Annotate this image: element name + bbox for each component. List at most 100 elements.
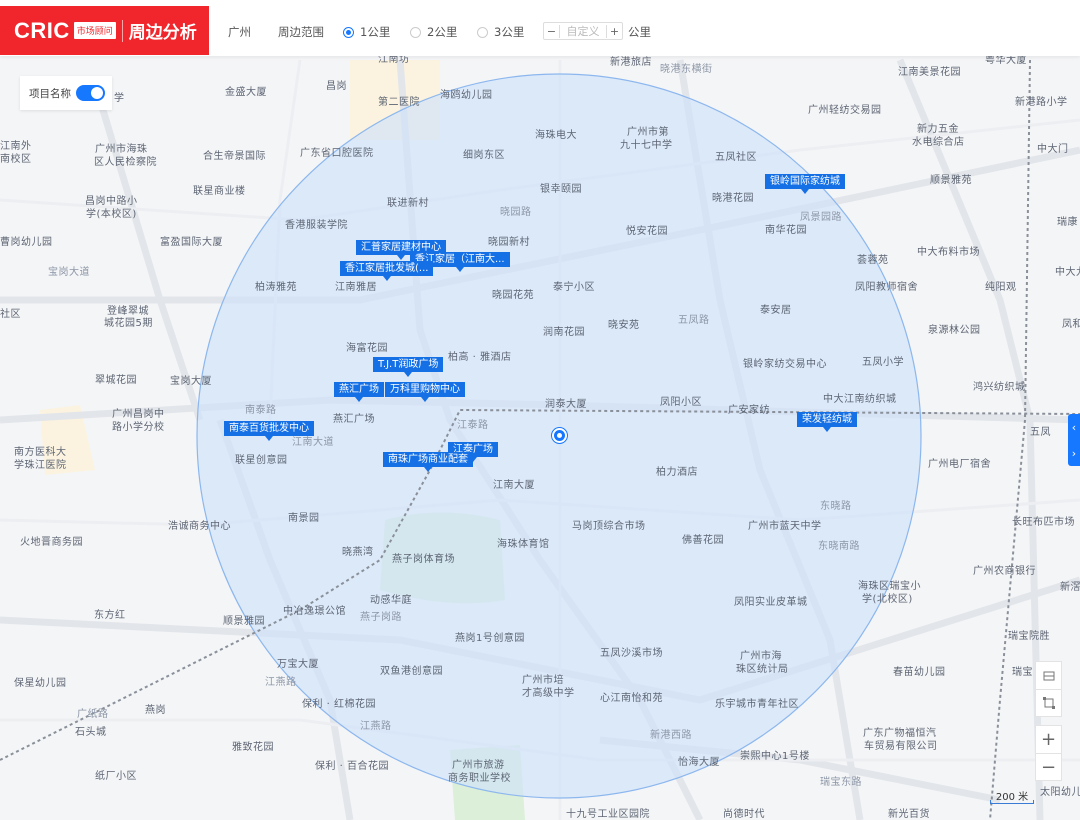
product-name: 周边分析	[128, 23, 197, 43]
map-place-label: 江泰路	[457, 420, 489, 431]
map-place-label: 新港旅店	[610, 57, 652, 68]
map-place-label: 晓港花园	[712, 193, 754, 204]
map-place-label: 新力五金	[917, 124, 959, 135]
project-marker[interactable]: 香江家居批发城(...	[340, 261, 434, 276]
map-place-label: 晓园花苑	[492, 290, 534, 301]
map-place-label: 燕汇广场	[333, 414, 375, 425]
map-place-label: 城花园5期	[104, 318, 153, 329]
map-place-label: 银幸颐园	[540, 184, 582, 195]
project-marker[interactable]: 南珠广场商业配套	[383, 452, 473, 467]
marker-pointer-icon	[456, 267, 464, 272]
map-place-label: 江南雅居	[335, 282, 377, 293]
map-place-label: 广州电厂宿舍	[928, 459, 991, 470]
map-place-label: 广州市旅游	[452, 760, 505, 771]
map-place-label: 保星幼儿园	[14, 678, 67, 689]
map-place-label: 江燕路	[265, 677, 297, 688]
zoom-in-button[interactable]: +	[1036, 726, 1061, 753]
header: CRIC 市场顾问 周边分析 广州 周边范围 1公里 2公里 3公里 − 自定义…	[0, 0, 1080, 56]
custom-range-stepper[interactable]: − 自定义 +	[543, 22, 623, 40]
map-place-label: 纸厂小区	[95, 771, 137, 782]
map-place-label: 五凤路	[678, 315, 710, 326]
map-place-label: 春苗幼儿园	[893, 667, 946, 678]
map-place-label: 新滘	[1060, 582, 1080, 593]
side-panel-toggle[interactable]: ‹ ›	[1068, 414, 1080, 466]
map-place-label: 宝岗大道	[48, 267, 90, 278]
map-place-label: 车贸易有限公司	[864, 741, 938, 752]
map-place-label: 水电综合店	[912, 137, 965, 148]
map-place-label: 区人民检察院	[94, 157, 157, 168]
map-place-label: 南泰路	[245, 405, 277, 416]
project-marker[interactable]: 万科里购物中心	[385, 382, 465, 397]
map-place-label: 广州轻纺交易园	[808, 105, 882, 116]
map-place-label: 怡海大厦	[678, 757, 720, 768]
map-place-label: 中大门	[1037, 144, 1069, 155]
project-name-switch[interactable]	[76, 85, 105, 101]
map-place-label: 翠城花园	[95, 375, 137, 386]
radio-2km[interactable]: 2公里	[410, 24, 457, 40]
marker-pointer-icon	[382, 276, 391, 281]
map-place-label: 燕岗1号创意园	[455, 633, 525, 644]
map-place-label: 南景园	[288, 513, 320, 524]
map-place-label: 马岗顶综合市场	[572, 521, 646, 532]
map-place-label: 雅致花园	[232, 742, 274, 753]
project-marker[interactable]: T.J.T润政广场	[373, 357, 444, 372]
map-place-label: 学珠江医院	[14, 460, 67, 471]
marker-pointer-icon	[355, 397, 363, 402]
project-marker[interactable]: 燕汇广场	[334, 382, 384, 397]
map-place-label: 浩诚商务中心	[168, 521, 231, 532]
chevron-right-icon[interactable]: ›	[1072, 447, 1076, 460]
map-place-label: 学(本校区)	[86, 209, 137, 220]
map-place-label: 合生帝景国际	[203, 151, 266, 162]
map-place-label: 乐宇城市青年社区	[715, 699, 799, 710]
map-place-label: 晓园新村	[488, 237, 530, 248]
map-place-label: 东晓南路	[818, 541, 860, 552]
map-place-label: 广纸路	[77, 709, 109, 720]
map-place-label: 燕子岗体育场	[392, 554, 455, 565]
marker-pointer-icon	[265, 436, 273, 441]
project-marker[interactable]: 南泰百货批发中心	[224, 421, 314, 436]
project-marker[interactable]: 荣发轻纺城	[797, 412, 857, 427]
map-place-label: 新港西路	[650, 730, 692, 741]
map-place-label: 学(北校区)	[862, 594, 913, 605]
marker-pointer-icon	[421, 397, 429, 402]
radio-3km[interactable]: 3公里	[477, 24, 524, 40]
map-place-label: 联进新村	[387, 198, 429, 209]
map-place-label: 广州昌岗中	[112, 409, 165, 420]
map-place-label: 十九号工业区园院	[566, 809, 650, 820]
map-place-label: 江南大道	[292, 437, 334, 448]
map-tools	[1035, 661, 1062, 717]
map-place-label: 鸿兴纺织城	[973, 382, 1026, 393]
map-place-label: 广东广物福恒汽	[863, 728, 937, 739]
map-place-label: 燕子岗路	[360, 612, 402, 623]
chevron-left-icon[interactable]: ‹	[1072, 421, 1076, 434]
map-place-label: 五凤社区	[715, 152, 757, 163]
map-place-label: 晓港东横街	[660, 64, 713, 75]
map-place-label: 第二医院	[378, 97, 420, 108]
map-place-label: 海珠体育馆	[497, 539, 550, 550]
city-selector[interactable]: 广州	[228, 24, 251, 40]
map-place-label: 瑞康	[1057, 217, 1078, 228]
marker-pointer-icon	[801, 189, 809, 194]
map-place-label: 江南外	[0, 141, 32, 152]
radio-1km[interactable]: 1公里	[343, 24, 390, 40]
measure-distance-icon[interactable]	[1036, 662, 1061, 689]
map-place-label: 柏涛雅苑	[255, 282, 297, 293]
custom-range-input[interactable]: 自定义	[560, 23, 606, 39]
increment-button[interactable]: +	[606, 24, 622, 38]
marker-pointer-icon	[404, 372, 412, 377]
project-marker[interactable]: 银岭国际家纺城	[765, 174, 845, 189]
map-place-label: 九十七中学	[620, 140, 673, 151]
map[interactable]: 江南坊 新港旅店 晓港东横街 江南美景花园 粤华大厦学金盛大厦 昌岗 第二医院 海鸥幼儿园 新港…	[0, 0, 1080, 820]
map-place-label: 珠区统计局	[736, 664, 789, 675]
zoom-out-button[interactable]: −	[1036, 753, 1061, 780]
logo: CRIC 市场顾问 周边分析	[0, 6, 209, 55]
map-place-label: 南校区	[0, 154, 32, 165]
map-place-label: 双鱼港创意园	[380, 666, 443, 677]
map-place-label: 柏力酒店	[656, 467, 698, 478]
decrement-button[interactable]: −	[544, 24, 560, 38]
map-place-label: 五凤	[1030, 427, 1051, 438]
map-place-label: 江南大厦	[493, 480, 535, 491]
measure-area-icon[interactable]	[1036, 689, 1061, 716]
map-place-label: 五凤沙溪市场	[600, 648, 663, 659]
map-place-label: 广东省口腔医院	[300, 148, 374, 159]
